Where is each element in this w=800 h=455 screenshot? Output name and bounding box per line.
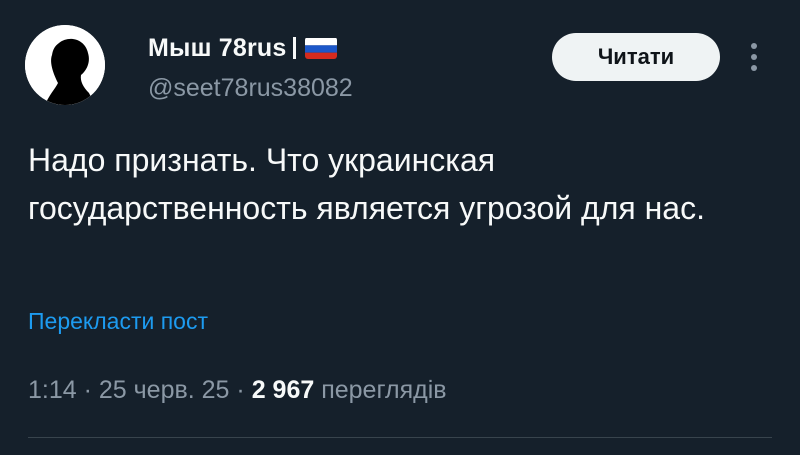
vertical-ellipsis-icon[interactable] [744, 40, 764, 74]
read-button[interactable]: Читати [552, 33, 720, 81]
author-handle[interactable]: @seet78rus38082 [148, 73, 353, 103]
views-count: 2 967 [251, 376, 315, 404]
bottom-divider [28, 437, 772, 438]
author-display-name[interactable]: Мыш 78rus [148, 33, 338, 63]
post-time[interactable]: 1:14 [28, 376, 77, 404]
post-date[interactable]: 25 черв. 25 [99, 376, 230, 404]
post-meta: 1:14 · 25 черв. 25 · 2 967 переглядів [28, 374, 447, 406]
views-label: переглядів [321, 376, 447, 404]
meta-separator: · [229, 376, 252, 404]
post-text: Надо признать. Что украинская государств… [28, 142, 705, 226]
avatar[interactable] [25, 25, 105, 105]
author-name-text: Мыш 78rus [148, 34, 287, 62]
name-divider [293, 37, 297, 59]
translate-post-link[interactable]: Перекласти пост [28, 306, 208, 336]
silhouette-avatar-image [25, 25, 105, 105]
russia-flag-icon [305, 37, 338, 59]
meta-separator: · [76, 376, 99, 404]
